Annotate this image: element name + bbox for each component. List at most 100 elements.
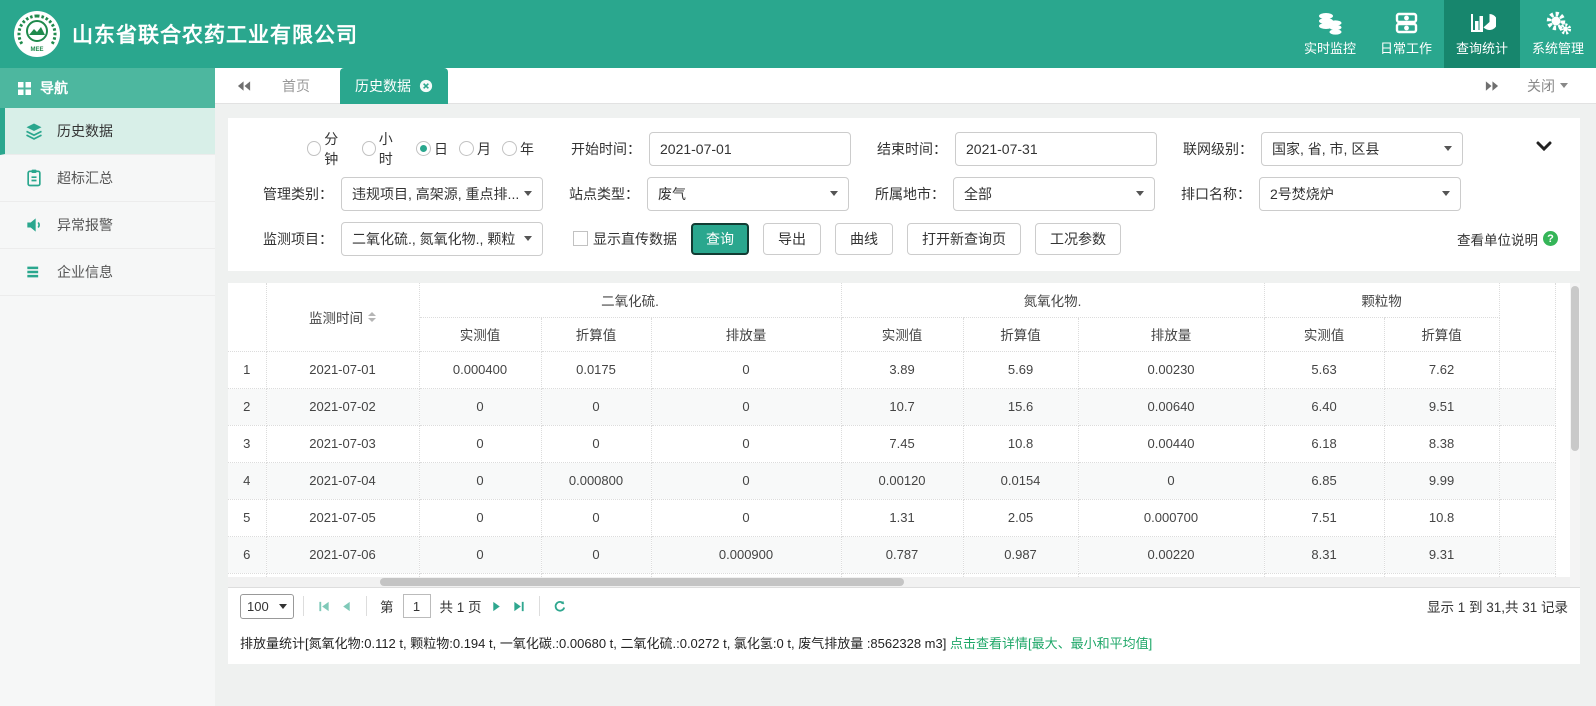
tabs-scroll-left-icon[interactable] [237,80,252,92]
refresh-button[interactable] [549,595,571,617]
sidebar-header: 导航 [0,68,215,108]
cell: 10.7 [841,388,963,425]
vertical-scrollbar[interactable] [1570,283,1580,587]
cell: 0 [541,425,651,462]
cell [1499,425,1555,462]
radio-icon [502,141,517,156]
next-page-button[interactable] [486,595,508,617]
nav-realtime-monitor[interactable]: 实时监控 [1292,0,1368,68]
time-column-header[interactable]: 监测时间 [266,283,419,351]
nav-system-management[interactable]: 系统管理 [1520,0,1596,68]
table-row: 5 2021-07-05 0 0 0 1.31 2.05 0.000700 7.… [228,499,1555,536]
cell: 0.000800 [541,462,651,499]
city-select[interactable]: 全部 [953,177,1155,211]
site-type-select[interactable]: 废气 [647,177,849,211]
close-icon[interactable] [419,79,433,93]
cell: 8.31 [1264,536,1384,573]
open-new-query-button[interactable]: 打开新查询页 [907,223,1021,255]
export-button[interactable]: 导出 [763,223,821,255]
curve-button[interactable]: 曲线 [835,223,893,255]
start-time-input[interactable] [660,141,840,157]
page-size-select[interactable]: 100 [240,594,294,619]
mgmt-category-select[interactable]: 违规项目, 高架源, 重点排... [341,177,543,211]
cell: 0.987 [963,536,1078,573]
sidebar-item-exceedance-summary[interactable]: 超标汇总 [0,155,215,202]
checkbox-label: 显示直传数据 [593,229,677,249]
radio-label: 小时 [379,129,405,169]
period-radio[interactable]: 月 [459,139,491,159]
cell: 3.89 [841,351,963,388]
prev-page-button[interactable] [335,595,357,617]
sidebar-item-abnormal-alarm[interactable]: 异常报警 [0,202,215,249]
cell: 0.00640 [1078,388,1264,425]
period-radio[interactable]: 小时 [362,129,406,169]
outlet-name-select[interactable]: 2号焚烧炉 [1259,177,1461,211]
collapse-filters-icon[interactable] [1536,138,1552,156]
scrollbar-thumb[interactable] [380,578,904,586]
sub-header: 实测值 [841,317,963,351]
period-radio[interactable]: 分钟 [307,129,351,169]
sub-header: 排放量 [651,317,841,351]
group-header-nox: 氮氧化物. [841,283,1264,317]
chevron-down-icon [1442,191,1450,196]
cell: 0.000700 [1078,499,1264,536]
end-time-field [955,132,1157,166]
sidebar: 导航 历史数据 超标汇总 异常报警 [0,68,215,706]
tab-history-data[interactable]: 历史数据 [340,68,448,104]
query-button[interactable]: 查询 [691,223,749,255]
group-header-so2: 二氧化硫. [419,283,841,317]
top-nav: 实时监控 日常工作 查询统计 [1292,0,1596,68]
row-date: 2021-07-06 [266,536,419,573]
sidebar-item-history-data[interactable]: 历史数据 [0,108,215,155]
cell: 9.31 [1384,536,1499,573]
page-prefix-label: 第 [380,596,394,616]
cell: 0 [541,388,651,425]
emission-stats-text: 排放量统计[氮氧化物:0.112 t, 颗粒物:0.194 t, 一氧化碳.:0… [240,636,946,651]
emission-stats-line: 排放量统计[氮氧化物:0.112 t, 颗粒物:0.194 t, 一氧化碳.:0… [228,624,1580,664]
select-value: 违规项目, 高架源, 重点排... [352,184,519,204]
cell: 0 [419,536,541,573]
sidebar-item-enterprise-info[interactable]: 企业信息 [0,249,215,296]
period-radio[interactable]: 年 [502,139,534,159]
tabs-scroll-right-icon[interactable] [1484,80,1499,92]
sub-header: 折算值 [963,317,1078,351]
monitor-item-select[interactable]: 二氧化硫., 氮氧化物., 颗粒 [341,222,543,256]
row-index: 3 [228,425,266,462]
close-tabs-menu[interactable]: 关闭 [1527,76,1568,96]
cell: 0.00220 [1078,536,1264,573]
scrollbar-thumb[interactable] [1571,286,1579,451]
horizontal-scrollbar[interactable] [228,577,1570,587]
start-time-field [649,132,851,166]
data-table: 监测时间 二氧化硫. 氮氧化物. 颗粒物 实测值 [228,283,1556,587]
last-page-button[interactable] [508,595,530,617]
records-summary: 显示 1 到 31,共 31 记录 [1427,596,1568,616]
nav-label: 日常工作 [1380,38,1432,57]
cell: 0.0154 [963,462,1078,499]
tab-home[interactable]: 首页 [282,76,310,96]
outlet-name-label: 排口名称： [1155,184,1251,204]
page-number-input[interactable] [403,594,431,618]
period-radio[interactable]: 日 [416,139,448,159]
network-level-select[interactable]: 国家, 省, 市, 区县 [1261,132,1463,166]
chevron-down-icon [830,191,838,196]
filter-panel: 分钟 小时 日 月 [228,118,1580,271]
cell [1499,499,1555,536]
first-page-button[interactable] [313,595,335,617]
content-area: 分钟 小时 日 月 [215,104,1596,706]
end-time-input[interactable] [966,141,1146,157]
working-params-button[interactable]: 工况参数 [1035,223,1121,255]
nav-daily-work[interactable]: 日常工作 [1368,0,1444,68]
view-details-link[interactable]: 点击查看详情[最大、最小和平均值] [950,636,1152,651]
page-size-value: 100 [247,599,269,614]
direct-data-checkbox[interactable]: 显示直传数据 [573,229,677,249]
group-header-pm: 颗粒物 [1264,283,1499,317]
monitor-item-label: 监测项目： [233,229,333,249]
nav-query-statistics[interactable]: 查询统计 [1444,0,1520,68]
cell: 10.8 [1384,499,1499,536]
divider [366,596,367,616]
sub-header: 折算值 [1384,317,1499,351]
unit-help-link[interactable]: 查看单位说明 ? [1457,229,1558,249]
cell: 10.8 [963,425,1078,462]
cell: 2.05 [963,499,1078,536]
table-row: 1 2021-07-01 0.000400 0.0175 0 3.89 5.69… [228,351,1555,388]
